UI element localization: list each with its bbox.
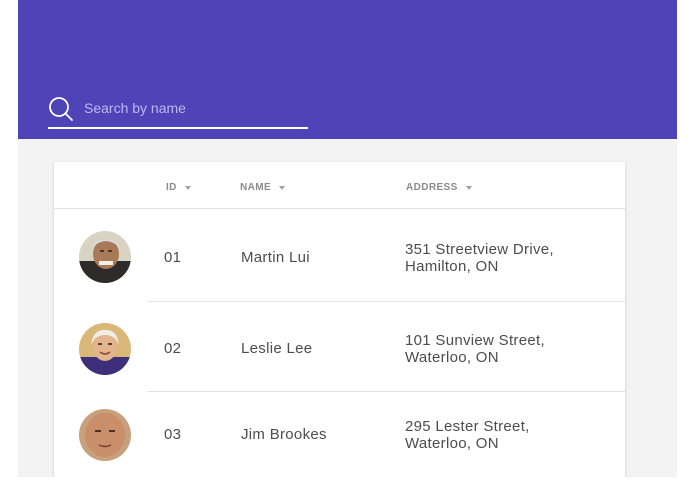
cell-name: Jim Brookes [241, 426, 327, 443]
avatar [79, 323, 131, 375]
cell-id: 03 [164, 426, 182, 443]
column-header-name-label: NAME [240, 182, 272, 193]
column-header-id-label: ID [166, 182, 177, 193]
avatar [79, 231, 131, 283]
search-bar[interactable] [48, 94, 308, 129]
address-line-2: Waterloo, ON [405, 349, 499, 366]
address-line-1: 351 Streetview Drive, [405, 241, 554, 258]
cell-address: 295 Lester Street, Waterloo, ON [405, 418, 530, 452]
address-line-2: Hamilton, ON [405, 258, 499, 275]
header-bar [18, 0, 677, 139]
cell-address: 351 Streetview Drive, Hamilton, ON [405, 241, 554, 275]
column-header-address[interactable]: ADDRESS [406, 182, 472, 193]
app-window: ID NAME ADDRESS [18, 0, 677, 477]
address-line-1: 101 Sunview Street, [405, 332, 545, 349]
chevron-down-icon[interactable] [465, 185, 472, 190]
table-row[interactable]: 02 Leslie Lee 101 Sunview Street, Waterl… [54, 302, 625, 392]
column-header-address-label: ADDRESS [406, 182, 458, 193]
address-line-2: Waterloo, ON [405, 435, 499, 452]
column-header-id[interactable]: ID [166, 182, 191, 193]
cell-address: 101 Sunview Street, Waterloo, ON [405, 332, 545, 366]
table-row[interactable]: 01 Martin Lui 351 Streetview Drive, Hami… [54, 209, 625, 302]
address-line-1: 295 Lester Street, [405, 418, 530, 435]
cell-name: Leslie Lee [241, 340, 313, 357]
search-icon[interactable] [48, 96, 74, 122]
table-header: ID NAME ADDRESS [54, 162, 625, 209]
avatar [79, 409, 131, 461]
table-row[interactable]: 03 Jim Brookes 295 Lester Street, Waterl… [54, 392, 625, 477]
chevron-down-icon[interactable] [184, 185, 191, 190]
search-input[interactable] [84, 94, 308, 122]
cell-id: 02 [164, 340, 182, 357]
column-header-name[interactable]: NAME [240, 182, 286, 193]
cell-id: 01 [164, 249, 182, 266]
cell-name: Martin Lui [241, 249, 310, 266]
chevron-down-icon[interactable] [279, 185, 286, 190]
users-table: ID NAME ADDRESS 01 Martin Lui 351 Street… [54, 162, 625, 477]
